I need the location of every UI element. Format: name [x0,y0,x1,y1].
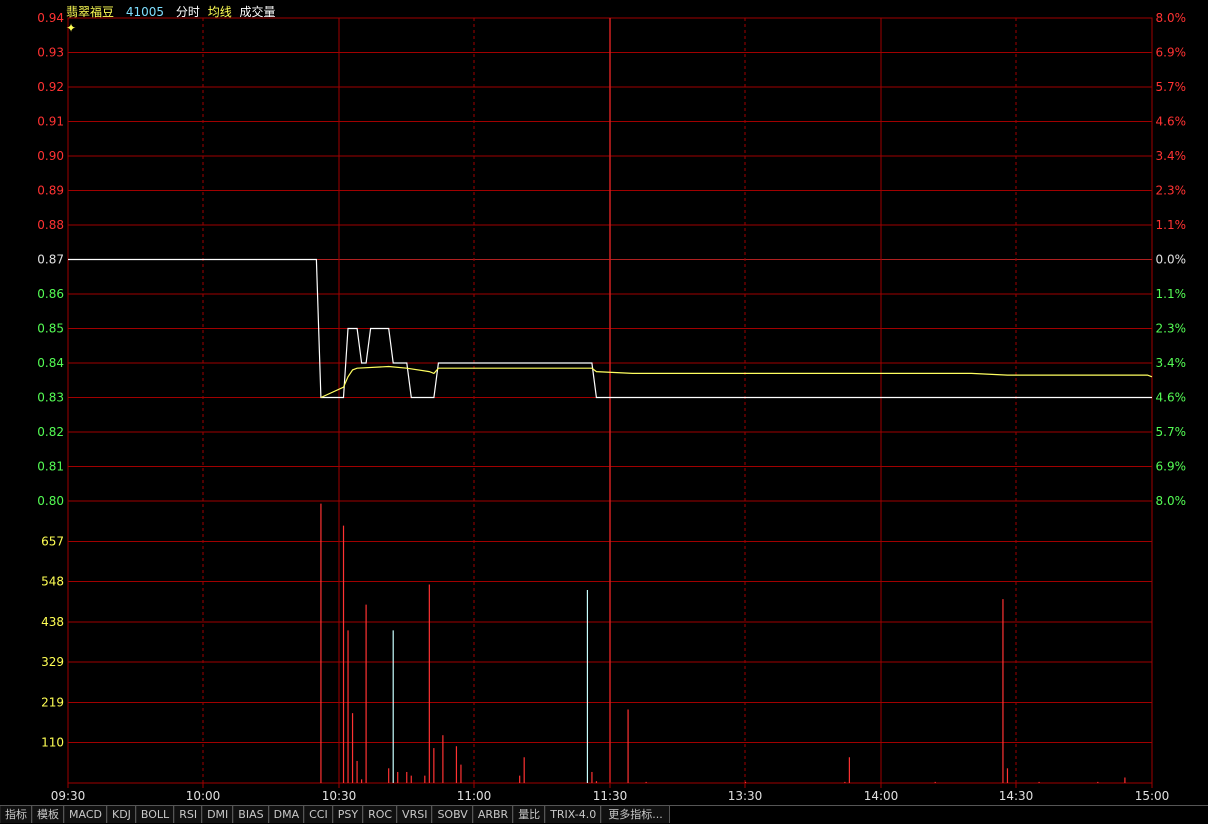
percent-axis-label: 6.9% [1156,46,1187,60]
indicator-toolbar: 指标 模板 MACD KDJ BOLL RSI DMI BIAS DMA CCI… [0,805,1208,824]
percent-axis-label: 3.4% [1156,149,1187,163]
avg-label: 均线 [207,5,232,19]
tab-sobv[interactable]: SOBV [432,806,473,823]
price-axis-label: 0.94 [37,11,64,25]
tab-dma[interactable]: DMA [268,806,305,823]
marker-star-icon: ✦ [66,21,76,35]
percent-axis-label: 5.7% [1156,425,1187,439]
volume-label: 成交量 [239,5,276,19]
volume-axis-label: 548 [41,575,64,589]
percent-axis-label: 3.4% [1156,356,1187,370]
percent-axis-label: 5.7% [1156,80,1187,94]
percent-axis-label: 2.3% [1156,322,1187,336]
tab-indicator[interactable]: 指标 [0,806,32,823]
tab-arbr[interactable]: ARBR [472,806,514,823]
mode-label: 分时 [175,5,200,19]
volume-axis-label: 110 [41,736,64,750]
price-axis-label: 0.92 [37,80,64,94]
tab-psy[interactable]: PSY [332,806,364,823]
volume-axis-label: 329 [41,655,64,669]
price-axis-label: 0.87 [37,253,64,267]
price-axis-label: 0.85 [37,322,64,336]
stock-name: 翡翠福豆 [66,5,115,19]
price-axis-label: 0.86 [37,287,64,301]
price-axis-label: 0.80 [37,494,64,508]
percent-axis-label: 2.3% [1156,184,1187,198]
price-axis-label: 0.91 [37,115,64,129]
time-axis-label: 11:00 [457,789,492,803]
volume-axis-label: 657 [41,534,64,548]
time-axis-label: 14:30 [999,789,1034,803]
tab-cci[interactable]: CCI [304,806,333,823]
time-axis-label: 10:30 [322,789,357,803]
percent-axis-label: 4.6% [1156,115,1187,129]
price-axis-label: 0.82 [37,425,64,439]
percent-axis-label: 1.1% [1156,287,1187,301]
tab-template[interactable]: 模板 [32,806,64,823]
time-axis-label: 13:30 [728,789,763,803]
intraday-chart: 0.94 0.93 0.92 0.91 0.90 0.89 0.88 0.87 0.86 0.85… [37,11,1187,803]
price-axis-label: 0.83 [37,391,64,405]
tab-boll[interactable]: BOLL [135,806,175,823]
percent-axis-label: 8.0% [1156,11,1187,25]
price-axis-label: 0.89 [37,184,64,198]
price-axis-label: 0.88 [37,218,64,232]
percent-axis-label: 8.0% [1156,494,1187,508]
tab-macd[interactable]: MACD [64,806,107,823]
tab-rsi[interactable]: RSI [174,806,203,823]
tab-volume-ratio[interactable]: 量比 [513,806,546,823]
time-axis-label: 10:00 [186,789,221,803]
volume-axis-label: 438 [41,615,64,629]
time-axis-label: 15:00 [1135,789,1170,803]
time-axis-label: 14:00 [864,789,899,803]
percent-axis-label: 4.6% [1156,391,1187,405]
price-axis-label: 0.84 [37,356,64,370]
tab-more-indicators[interactable]: 更多指标... [601,806,670,823]
volume-axis-label: 219 [41,695,64,709]
chart-header: 翡翠福豆 41005 分时 均线 成交量 [66,3,284,19]
price-axis-label: 0.81 [37,460,64,474]
percent-axis-label: 1.1% [1156,218,1187,232]
price-axis-label: 0.90 [37,149,64,163]
price-axis-label: 0.93 [37,46,64,60]
tab-trix[interactable]: TRIX-4.0 [545,806,602,823]
average-line [320,365,1153,399]
tab-vrsi[interactable]: VRSI [397,806,433,823]
time-axis-label: 11:30 [593,789,628,803]
tab-kdj[interactable]: KDJ [106,806,136,823]
tab-roc[interactable]: ROC [363,806,398,823]
tab-bias[interactable]: BIAS [233,806,269,823]
percent-axis-label: 6.9% [1156,460,1187,474]
percent-axis-label: 0.0% [1156,253,1187,267]
time-axis-label: 09:30 [51,789,86,803]
tab-dmi[interactable]: DMI [202,806,234,823]
stock-code: 41005 [125,5,165,19]
